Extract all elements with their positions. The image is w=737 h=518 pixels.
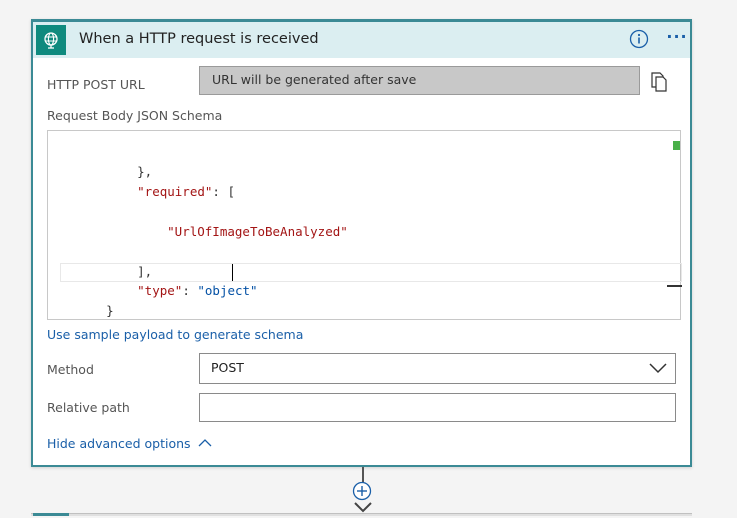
relative-path-input[interactable] <box>199 393 676 422</box>
scrollbar-cursor-marker <box>667 285 682 287</box>
use-sample-payload-link[interactable]: Use sample payload to generate schema <box>47 327 303 342</box>
globe-icon <box>36 25 66 55</box>
http-post-url-field[interactable]: URL will be generated after save <box>199 66 640 95</box>
info-icon[interactable] <box>629 29 649 49</box>
card-title: When a HTTP request is received <box>79 31 319 47</box>
text-caret <box>232 264 233 281</box>
copy-icon[interactable] <box>649 71 671 93</box>
card-header[interactable]: When a HTTP request is received ··· <box>33 22 690 58</box>
add-step-plus-icon[interactable] <box>352 481 372 501</box>
more-options-icon[interactable]: ··· <box>665 26 689 48</box>
json-schema-editor[interactable]: }, "required": [ "UrlOfImageToBeAnalyzed… <box>47 130 682 320</box>
method-selected-value: POST <box>211 360 244 375</box>
hide-advanced-options-label: Hide advanced options <box>47 436 191 451</box>
relative-path-label: Relative path <box>47 400 130 415</box>
chevron-up-icon <box>198 439 212 447</box>
method-select[interactable]: POST <box>199 353 676 384</box>
code-line: "UrlOfImageToBeAnalyzed" <box>167 224 348 239</box>
method-label: Method <box>47 362 94 377</box>
code-line: } <box>106 303 114 318</box>
chevron-down-icon <box>649 363 667 374</box>
scrollbar-marker[interactable] <box>673 141 680 150</box>
schema-label: Request Body JSON Schema <box>47 108 223 123</box>
http-trigger-card: When a HTTP request is received ··· HTTP… <box>31 19 692 467</box>
code-line: }, <box>137 164 153 179</box>
code-line: "required": [ <box>137 184 235 199</box>
http-post-url-label: HTTP POST URL <box>47 77 145 92</box>
code-line: ], <box>137 264 153 279</box>
flow-arrow-icon <box>353 500 373 514</box>
hide-advanced-options-link[interactable]: Hide advanced options <box>47 436 212 451</box>
